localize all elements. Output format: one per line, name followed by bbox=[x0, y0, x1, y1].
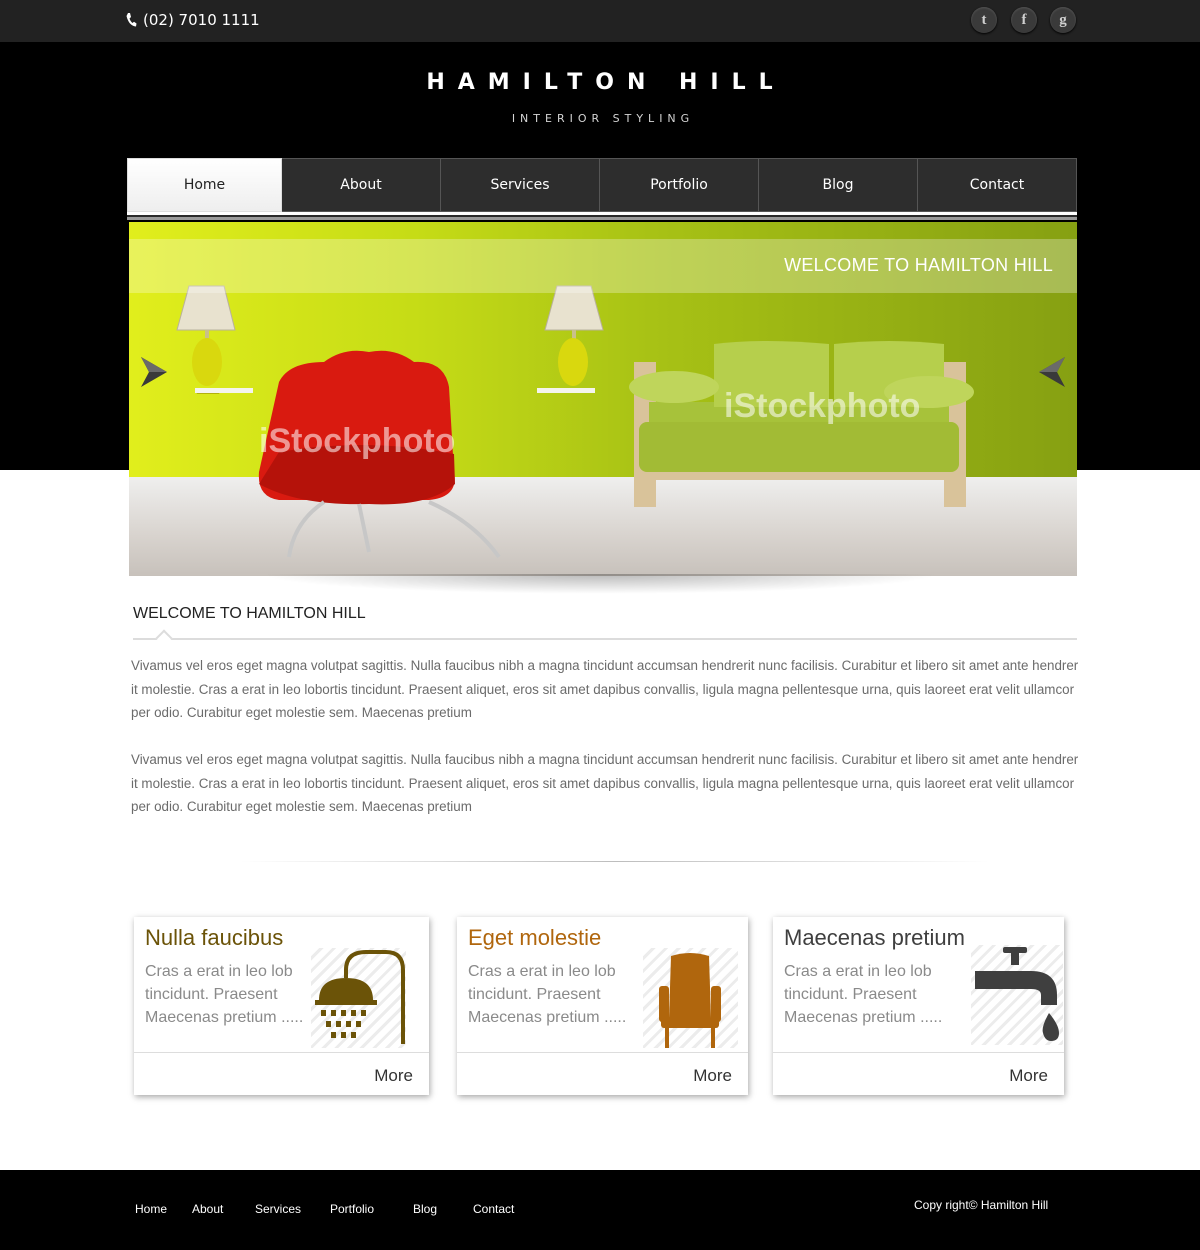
nav-contact[interactable]: Contact bbox=[918, 158, 1077, 212]
card-title: Nulla faucibus bbox=[145, 925, 284, 950]
card-icon-area bbox=[971, 945, 1063, 1045]
google-icon[interactable]: g bbox=[1050, 7, 1076, 33]
card-icon-area bbox=[311, 948, 406, 1048]
heading-notch bbox=[155, 629, 173, 647]
slider-next-icon[interactable] bbox=[139, 355, 169, 389]
feature-card-2: Eget molestie Cras a erat in leo lob tin… bbox=[457, 917, 748, 1095]
more-link[interactable]: More bbox=[693, 1066, 732, 1086]
nav-portfolio[interactable]: Portfolio bbox=[600, 158, 759, 212]
slider-prev-icon[interactable] bbox=[1037, 355, 1067, 389]
google-glyph: g bbox=[1059, 11, 1067, 28]
footer-link-blog[interactable]: Blog bbox=[413, 1202, 437, 1216]
slider-shadow bbox=[260, 574, 940, 594]
card-rule bbox=[457, 1052, 748, 1053]
card-text: Cras a erat in leo lob tincidunt. Praese… bbox=[145, 963, 304, 1026]
card-rule bbox=[134, 1052, 429, 1053]
site-logo[interactable]: HAMILTON HILL bbox=[0, 70, 1200, 95]
section-divider bbox=[240, 861, 990, 862]
slide-caption: WELCOME TO HAMILTON HILL bbox=[784, 255, 1053, 275]
card-title: Eget molestie bbox=[468, 925, 602, 950]
footer-link-contact[interactable]: Contact bbox=[473, 1202, 514, 1216]
footer-link-services[interactable]: Services bbox=[255, 1202, 301, 1216]
phone-icon bbox=[126, 13, 137, 27]
twitter-glyph: t bbox=[981, 11, 987, 28]
card-icon-area bbox=[643, 948, 738, 1048]
card-text: Cras a erat in leo lob tincidunt. Praese… bbox=[784, 963, 943, 1026]
welcome-heading: WELCOME TO HAMILTON HILL bbox=[133, 605, 366, 622]
armchair-icon bbox=[659, 953, 721, 1048]
nav-home[interactable]: Home bbox=[127, 158, 282, 212]
card-rule bbox=[773, 1052, 1064, 1053]
nav-about[interactable]: About bbox=[282, 158, 441, 212]
facebook-icon[interactable]: f bbox=[1011, 7, 1037, 33]
feature-card-3: Maecenas pretium Cras a erat in leo lob … bbox=[773, 917, 1064, 1095]
main-nav: Home About Services Portfolio Blog Conta… bbox=[127, 158, 1077, 212]
phone-number: (02) 7010 1111 bbox=[125, 11, 260, 29]
phone-text: (02) 7010 1111 bbox=[143, 11, 260, 29]
more-link[interactable]: More bbox=[1009, 1066, 1048, 1086]
heading-rule bbox=[133, 638, 1077, 640]
feature-card-1: Nulla faucibus Cras a erat in leo lob ti… bbox=[134, 917, 429, 1095]
image-slider: WELCOME TO HAMILTON HILL iStockphoto iSt… bbox=[129, 222, 1077, 576]
shower-icon bbox=[315, 950, 405, 1044]
footer-link-portfolio[interactable]: Portfolio bbox=[330, 1202, 374, 1216]
site-tagline: INTERIOR STYLING bbox=[511, 112, 695, 125]
welcome-paragraph-2: Vivamus vel eros eget magna volutpat sag… bbox=[131, 752, 1079, 814]
slide-watermark-1: iStockphoto bbox=[259, 422, 456, 460]
card-title: Maecenas pretium bbox=[784, 925, 965, 950]
card-text: Cras a erat in leo lob tincidunt. Praese… bbox=[468, 963, 627, 1026]
facebook-glyph: f bbox=[1021, 11, 1027, 28]
footer-link-about[interactable]: About bbox=[192, 1202, 223, 1216]
welcome-paragraph-1: Vivamus vel eros eget magna volutpat sag… bbox=[131, 658, 1079, 720]
nav-services[interactable]: Services bbox=[441, 158, 600, 212]
slide-watermark-2: iStockphoto bbox=[724, 387, 921, 425]
nav-underline bbox=[127, 212, 1077, 220]
more-link[interactable]: More bbox=[374, 1066, 413, 1086]
copyright-text: Copy right© Hamilton Hill bbox=[914, 1198, 1049, 1212]
footer-link-home[interactable]: Home bbox=[135, 1202, 167, 1216]
twitter-icon[interactable]: t bbox=[971, 7, 997, 33]
faucet-icon bbox=[975, 947, 1059, 1041]
nav-blog[interactable]: Blog bbox=[759, 158, 918, 212]
